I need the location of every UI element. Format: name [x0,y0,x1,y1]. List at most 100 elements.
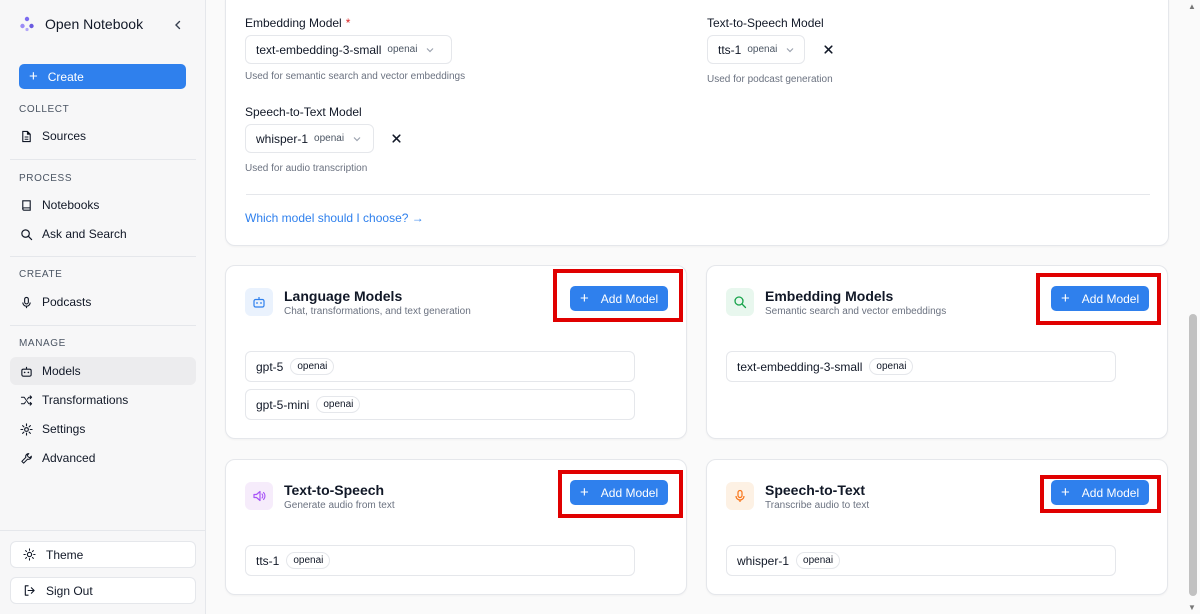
sidebar: Open Notebook + Create COLLECT Sources P… [0,0,206,614]
language-models-card: Language Models Chat, transformations, a… [225,265,687,439]
select-value: tts-1 [718,42,742,57]
add-stt-model-button[interactable]: + Add Model [1051,480,1150,505]
bot-icon [253,297,265,308]
model-row[interactable]: gpt-5-mini openai [245,389,635,420]
card-subtitle: Transcribe audio to text [765,500,870,511]
section-label-process: PROCESS [19,173,73,184]
brand[interactable]: Open Notebook [19,16,143,32]
sidebar-item-transformations[interactable]: Transformations [10,386,196,414]
sidebar-item-podcasts[interactable]: Podcasts [10,288,196,316]
shuffle-icon [20,394,33,406]
provider-badge: openai [286,552,331,569]
section-label-create: CREATE [19,269,63,280]
divider [246,194,1150,195]
logo-icon [20,16,34,32]
add-tts-model-button[interactable]: + Add Model [570,480,669,505]
plus-icon: + [29,68,38,85]
tts-models-card: Text-to-Speech Generate audio from text … [225,459,687,595]
model-row[interactable]: whisper-1 openai [726,545,1116,576]
provider-badge: openai [290,358,335,375]
model-row[interactable]: text-embedding-3-small openai [726,351,1116,382]
select-provider: openai [747,44,778,55]
divider [10,256,196,257]
select-provider: openai [314,133,345,144]
model-name: text-embedding-3-small [737,359,863,374]
sidebar-item-settings[interactable]: Settings [10,415,196,443]
chevron-down-icon [786,47,794,52]
divider [10,325,196,326]
add-embedding-model-button[interactable]: + Add Model [1051,286,1150,311]
scroll-down-arrow[interactable]: ▼ [1188,603,1196,612]
model-name: gpt-5 [256,359,284,374]
model-row[interactable]: gpt-5 openai [245,351,635,382]
model-name: tts-1 [256,553,280,568]
add-model-label: Add Model [600,291,659,306]
sidebar-item-label: Ask and Search [42,227,127,241]
model-guide-link[interactable]: Which model should I choose? → [245,211,424,225]
card-subtitle: Chat, transformations, and text generati… [284,306,471,317]
tts-model-select[interactable]: tts-1 openai [707,35,805,64]
section-label-manage: MANAGE [19,338,66,349]
tts-model-label: Text-to-Speech Model [707,16,824,30]
language-models-icon-wrap [245,288,273,316]
plus-icon: + [1061,484,1070,501]
sidebar-item-label: Transformations [42,393,129,407]
theme-button[interactable]: Theme [10,541,196,568]
clear-tts-button[interactable] [823,42,834,58]
sidebar-item-notebooks[interactable]: Notebooks [10,191,196,219]
sidebar-item-label: Podcasts [42,295,92,309]
close-icon [824,45,833,54]
sidebar-item-ask-search[interactable]: Ask and Search [10,220,196,248]
clear-stt-button[interactable] [391,131,402,147]
add-model-label: Add Model [1081,485,1140,500]
model-row[interactable]: tts-1 openai [245,545,635,576]
add-model-label: Add Model [600,485,659,500]
collapse-sidebar-button[interactable] [173,17,183,33]
scrollbar-thumb[interactable] [1189,314,1197,596]
provider-badge: openai [869,358,914,375]
sun-icon [23,548,36,561]
stt-model-select[interactable]: whisper-1 openai [245,124,374,153]
sidebar-item-label: Sources [42,129,87,143]
card-subtitle: Semantic search and vector embeddings [765,306,947,317]
card-title: Language Models [284,288,403,304]
tts-model-help: Used for podcast generation [707,74,833,85]
gear-icon [20,422,33,436]
add-language-model-button[interactable]: + Add Model [570,286,669,311]
sidebar-item-models[interactable]: Models [10,357,196,385]
sidebar-item-label: Notebooks [42,198,100,212]
stt-models-icon-wrap [726,482,754,510]
sidebar-item-label: Settings [42,422,86,436]
theme-button-label: Theme [46,547,84,562]
stt-model-help: Used for audio transcription [245,163,368,174]
wrench-icon [21,452,32,464]
plus-icon: + [580,290,589,307]
plus-icon: + [580,484,589,501]
chevron-left-icon [175,20,181,30]
provider-badge: openai [796,552,841,569]
sidebar-item-advanced[interactable]: Advanced [10,444,196,472]
plus-icon: + [1061,290,1070,307]
sidebar-item-label: Advanced [42,451,96,465]
search-icon [734,296,747,309]
create-button-label: Create [47,69,84,84]
divider [10,159,196,160]
book-icon [22,199,31,211]
close-icon [392,134,401,143]
sidebar-item-sources[interactable]: Sources [10,122,196,150]
model-name: gpt-5-mini [256,397,310,412]
embedding-model-select[interactable]: text-embedding-3-small openai [245,35,452,64]
card-title: Speech-to-Text [765,482,866,498]
scroll-up-arrow[interactable]: ▲ [1188,2,1196,11]
microphone-icon [735,489,745,502]
select-value: whisper-1 [256,131,309,146]
embedding-model-help: Used for semantic search and vector embe… [245,71,466,82]
search-icon [21,228,33,240]
sign-out-button[interactable]: Sign Out [10,577,196,604]
required-mark: * [345,16,351,30]
chevron-down-icon [426,47,434,52]
card-subtitle: Generate audio from text [284,500,395,511]
tts-models-icon-wrap [245,482,273,510]
create-button[interactable]: + Create [19,64,186,89]
divider [0,530,206,531]
